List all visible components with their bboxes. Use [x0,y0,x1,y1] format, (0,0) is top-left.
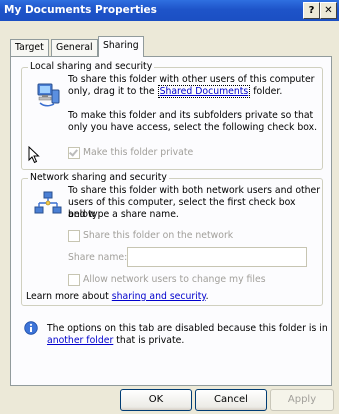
help-button[interactable]: ? [303,2,320,19]
make-private-checkbox[interactable] [68,147,80,159]
network-sharing-group: Network sharing and security To share th… [21,172,323,306]
learn-more-line: Learn more about sharing and security. [26,291,209,303]
allow-change-checkbox[interactable] [68,274,80,286]
share-on-network-label: Share this folder on the network [83,230,234,241]
learn-more-prefix: Learn more about [26,291,109,302]
local-text-line2-wrap: only, drag it to the Shared Documents fo… [68,85,283,98]
cancel-button[interactable]: Cancel [195,389,267,411]
local-text-line2: only, drag it to the [68,86,155,97]
apply-button[interactable]: Apply [270,389,334,411]
learn-more-suffix: . [205,291,209,302]
network-share-icon [34,191,62,214]
private-text-line1: To make this folder and its subfolders p… [68,110,314,121]
mouse-cursor-icon [28,146,40,164]
computer-share-icon [37,83,60,107]
local-sharing-group: Local sharing and security To share this… [21,61,323,170]
network-text-line1: To share this folder with both network u… [68,185,321,196]
local-text-line2-end: folder. [253,86,283,97]
close-button[interactable]: ✕ [320,2,337,19]
info-icon [24,321,38,335]
another-folder-link[interactable]: another folder [47,335,113,346]
ok-button[interactable]: OK [120,389,192,411]
sharing-panel: Local sharing and security To share this… [10,56,332,386]
info-text-line1: The options on this tab are disabled bec… [47,323,328,334]
private-text-line2: only you have access, select the followi… [68,122,318,133]
window-title: My Documents Properties [4,4,157,16]
title-bar: My Documents Properties ? ✕ [0,0,339,21]
tab-sharing[interactable]: Sharing [98,36,144,57]
tab-target[interactable]: Target [10,39,49,56]
tab-general[interactable]: General [51,39,98,56]
share-name-label: Share name: [68,252,128,263]
share-name-input[interactable] [127,247,307,267]
info-text-line2-suffix: that is private. [116,335,185,346]
make-private-label: Make this folder private [83,147,194,158]
allow-change-label: Allow network users to change my files [83,274,266,285]
info-text-line2: another folder that is private. [47,335,184,347]
local-sharing-legend: Local sharing and security [28,61,155,72]
shared-documents-link[interactable]: Shared Documents [157,85,251,98]
sharing-security-link[interactable]: sharing and security [112,291,206,302]
network-text-line3: and type a share name. [68,209,179,220]
network-sharing-legend: Network sharing and security [28,172,169,183]
share-on-network-checkbox[interactable] [68,230,80,242]
